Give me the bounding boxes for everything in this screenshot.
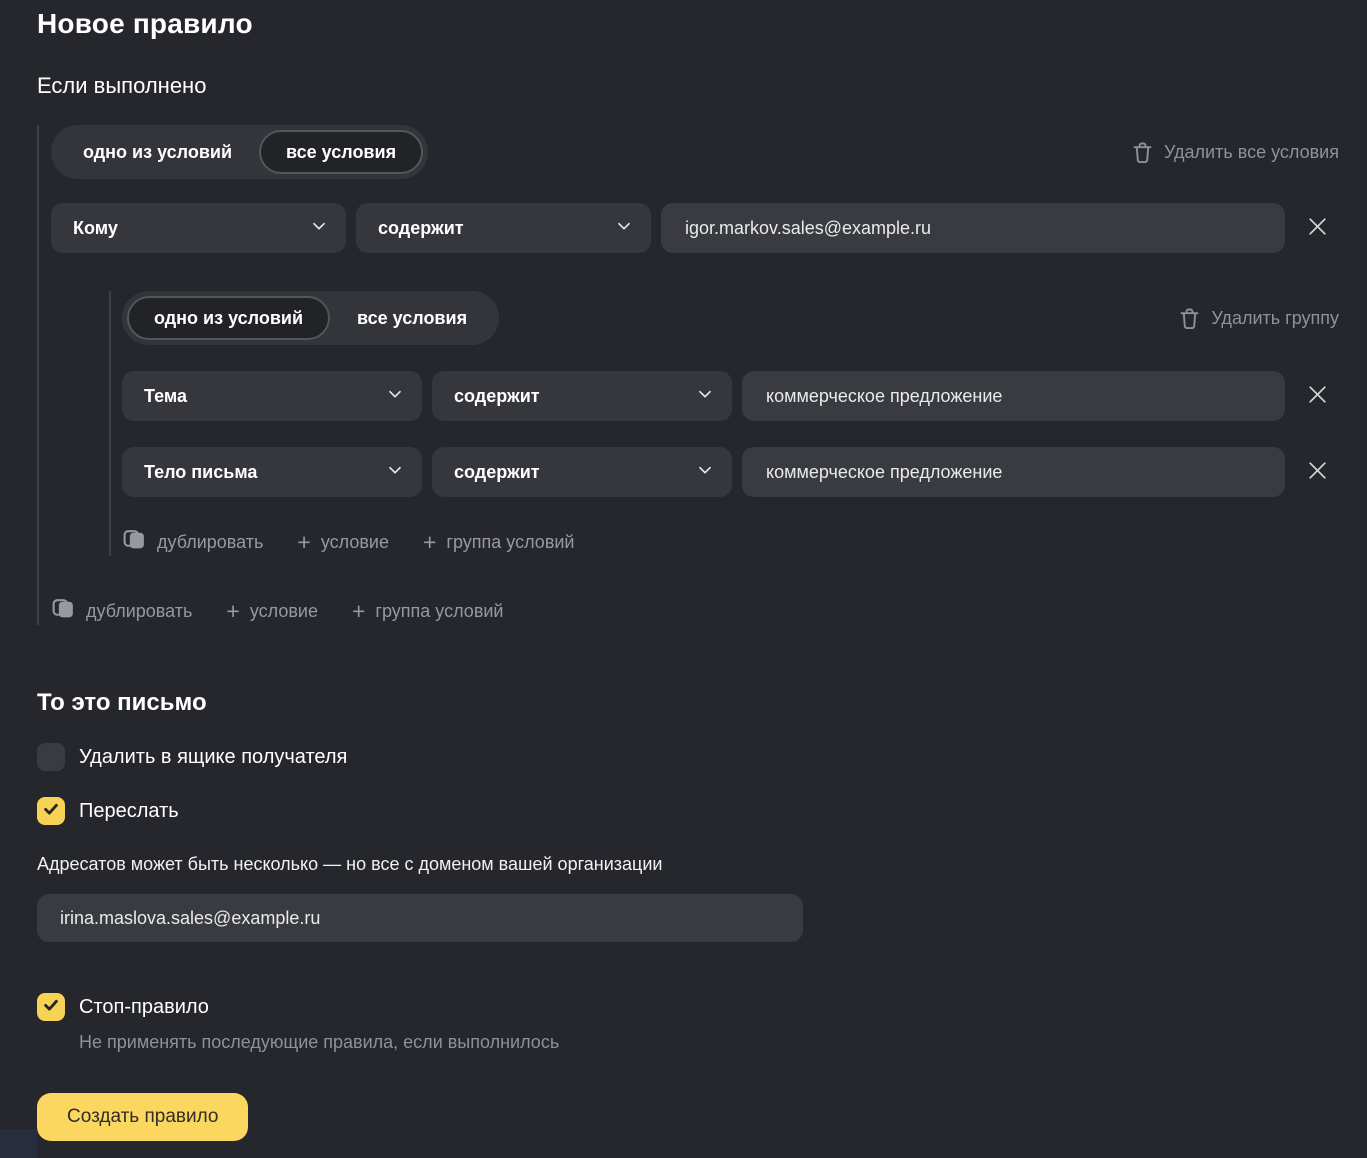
outer-condition-group: одно из условий все условия Удалить все … xyxy=(37,125,1339,625)
remove-condition-button[interactable] xyxy=(1295,203,1339,253)
chevron-down-icon xyxy=(310,217,328,240)
add-condition-button[interactable]: + условие xyxy=(226,600,318,623)
chevron-down-icon xyxy=(386,461,404,484)
checkmark-icon xyxy=(41,799,61,824)
delete-all-conditions-label: Удалить все условия xyxy=(1164,142,1339,163)
chevron-down-icon xyxy=(696,385,714,408)
delete-group-label: Удалить группу xyxy=(1211,308,1339,329)
close-icon xyxy=(1306,459,1329,485)
trash-icon xyxy=(1132,141,1153,164)
field-select-value: Кому xyxy=(73,218,118,239)
add-condition-group-button[interactable]: + группа условий xyxy=(352,600,504,623)
forward-recipient-input[interactable] xyxy=(37,894,803,942)
stop-rule-label: Стоп-правило xyxy=(79,993,209,1021)
plus-icon: + xyxy=(297,531,310,554)
forward-recipients-hint: Адресатов может быть несколько — но все … xyxy=(37,854,1339,875)
operator-select[interactable]: содержит xyxy=(432,447,732,497)
delete-in-mailbox-label: Удалить в ящике получателя xyxy=(79,743,347,771)
close-icon xyxy=(1306,215,1329,241)
field-select[interactable]: Тема xyxy=(122,371,422,421)
duplicate-button[interactable]: дублировать xyxy=(51,596,192,626)
condition-row-body: Тело письма содержит xyxy=(122,447,1339,497)
operator-select-value: содержит xyxy=(454,462,540,483)
condition-row-to: Кому содержит xyxy=(51,203,1339,253)
field-select[interactable]: Тело письма xyxy=(122,447,422,497)
chevron-down-icon xyxy=(615,217,633,240)
outer-match-toggle: одно из условий все условия xyxy=(51,125,428,179)
operator-select-value: содержит xyxy=(378,218,464,239)
inner-match-toggle: одно из условий все условия xyxy=(122,291,499,345)
add-condition-group-label: группа условий xyxy=(446,532,574,553)
plus-icon: + xyxy=(423,531,436,554)
trash-icon xyxy=(1179,307,1200,330)
new-rule-page: Новое правило Если выполнено одно из усл… xyxy=(0,0,1367,1141)
duplicate-label: дублировать xyxy=(86,601,192,622)
then-section-heading: То это письмо xyxy=(37,689,1339,717)
plus-icon: + xyxy=(226,600,239,623)
page-title: Новое правило xyxy=(37,8,1339,40)
remove-condition-button[interactable] xyxy=(1295,371,1339,421)
duplicate-label: дублировать xyxy=(157,532,263,553)
inner-group-actions: дублировать + условие + группа условий xyxy=(122,528,1339,556)
inner-condition-group: одно из условий все условия Удалить груп… xyxy=(109,291,1339,556)
duplicate-icon xyxy=(51,596,76,626)
forward-checkbox[interactable] xyxy=(37,797,65,825)
close-icon xyxy=(1306,383,1329,409)
remove-condition-button[interactable] xyxy=(1295,447,1339,497)
add-condition-group-button[interactable]: + группа условий xyxy=(423,531,575,554)
stop-rule-option: Стоп-правило xyxy=(37,993,1339,1021)
add-condition-group-label: группа условий xyxy=(375,601,503,622)
background-corner-artifact xyxy=(0,1129,37,1158)
if-section-heading: Если выполнено xyxy=(37,73,1339,99)
stop-rule-checkbox[interactable] xyxy=(37,993,65,1021)
delete-in-mailbox-option: Удалить в ящике получателя xyxy=(37,743,1339,771)
duplicate-icon xyxy=(122,527,147,557)
create-rule-button[interactable]: Создать правило xyxy=(37,1093,248,1141)
checkmark-icon xyxy=(41,995,61,1020)
delete-in-mailbox-checkbox[interactable] xyxy=(37,743,65,771)
add-condition-label: условие xyxy=(321,532,389,553)
inner-toggle-row: одно из условий все условия Удалить груп… xyxy=(122,291,1339,345)
duplicate-button[interactable]: дублировать xyxy=(122,527,263,557)
add-condition-label: условие xyxy=(250,601,318,622)
outer-toggle-row: одно из условий все условия Удалить все … xyxy=(51,125,1339,179)
delete-all-conditions-button[interactable]: Удалить все условия xyxy=(1132,141,1339,164)
outer-toggle-all-conditions[interactable]: все условия xyxy=(259,130,423,174)
chevron-down-icon xyxy=(696,461,714,484)
condition-row-subject: Тема содержит xyxy=(122,371,1339,421)
plus-icon: + xyxy=(352,600,365,623)
field-select-value: Тело письма xyxy=(144,462,257,483)
inner-toggle-any-of-conditions[interactable]: одно из условий xyxy=(127,296,330,340)
field-select-value: Тема xyxy=(144,386,187,407)
condition-value-input[interactable] xyxy=(661,203,1285,253)
outer-group-actions: дублировать + условие + группа условий xyxy=(51,597,1339,625)
operator-select-value: содержит xyxy=(454,386,540,407)
operator-select[interactable]: содержит xyxy=(356,203,651,253)
stop-rule-description: Не применять последующие правила, если в… xyxy=(79,1032,1339,1053)
chevron-down-icon xyxy=(386,385,404,408)
forward-label: Переслать xyxy=(79,797,179,825)
outer-toggle-any-of-conditions[interactable]: одно из условий xyxy=(56,130,259,174)
operator-select[interactable]: содержит xyxy=(432,371,732,421)
delete-group-button[interactable]: Удалить группу xyxy=(1179,307,1339,330)
condition-value-input[interactable] xyxy=(742,447,1285,497)
inner-toggle-all-conditions[interactable]: все условия xyxy=(330,296,494,340)
add-condition-button[interactable]: + условие xyxy=(297,531,389,554)
forward-option: Переслать xyxy=(37,797,1339,825)
field-select[interactable]: Кому xyxy=(51,203,346,253)
condition-value-input[interactable] xyxy=(742,371,1285,421)
